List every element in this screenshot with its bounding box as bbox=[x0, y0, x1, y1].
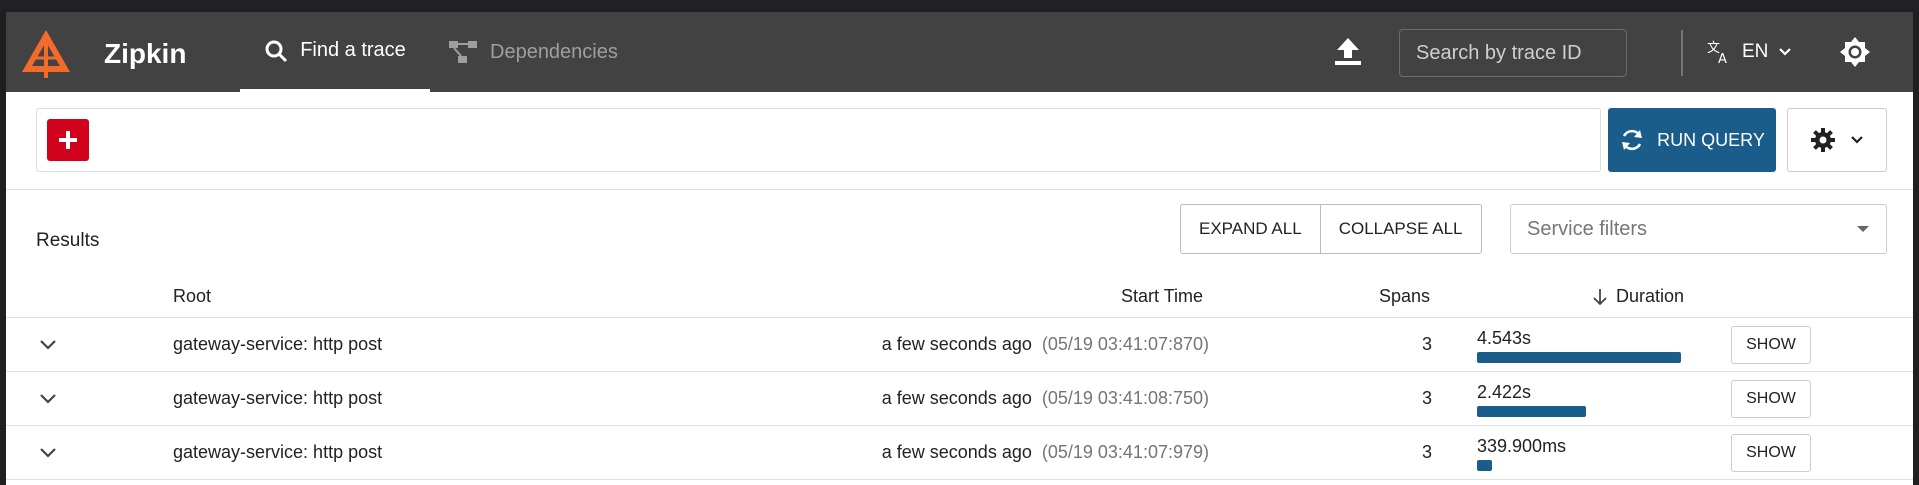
duration-bar bbox=[1477, 406, 1586, 417]
results-table-header: Root Start Time Spans Duration bbox=[6, 276, 1913, 318]
duration-label: 4.543s bbox=[1477, 328, 1532, 348]
gear-icon bbox=[1811, 128, 1835, 152]
add-criteria-button[interactable] bbox=[47, 119, 89, 161]
column-header-start-time[interactable]: Start Time bbox=[1121, 286, 1203, 307]
expand-row-chevron-icon[interactable] bbox=[38, 442, 58, 462]
trace-span-count: 3 bbox=[1421, 442, 1432, 462]
section-divider bbox=[6, 189, 1913, 190]
column-header-duration-label: Duration bbox=[1616, 286, 1685, 306]
app-header: Zipkin Find a trace Dependencies Search … bbox=[6, 12, 1913, 92]
refresh-icon bbox=[1622, 129, 1643, 151]
upload-icon[interactable] bbox=[1332, 36, 1364, 68]
chevron-down-icon bbox=[1779, 48, 1792, 56]
start-time-relative: a few seconds ago bbox=[881, 334, 1032, 354]
column-header-spans[interactable]: Spans bbox=[1379, 286, 1430, 307]
run-query-label: RUN QUERY bbox=[1657, 129, 1765, 150]
show-trace-button[interactable]: SHOW bbox=[1731, 434, 1811, 472]
nav-tab-find-trace[interactable]: Find a trace bbox=[240, 12, 430, 92]
trace-span-count: 3 bbox=[1421, 388, 1432, 408]
start-time-absolute: (05/19 03:41:07:979) bbox=[1041, 442, 1209, 462]
trace-start-time: a few seconds ago (05/19 03:41:07:979) bbox=[882, 442, 1209, 463]
trace-id-search-input[interactable] bbox=[1399, 29, 1627, 77]
table-row[interactable]: gateway-service: http post a few seconds… bbox=[6, 372, 1913, 426]
search-icon bbox=[265, 40, 288, 62]
trace-span-count: 3 bbox=[1421, 334, 1432, 354]
duration-bar bbox=[1477, 460, 1492, 471]
start-time-absolute: (05/19 03:41:08:750) bbox=[1041, 388, 1209, 408]
plus-icon bbox=[59, 131, 77, 149]
duration-label: 339.900ms bbox=[1477, 436, 1567, 456]
expand-row-chevron-icon[interactable] bbox=[38, 334, 58, 354]
service-filters-select[interactable]: Service filters bbox=[1510, 204, 1887, 254]
brightness-toggle-icon[interactable] bbox=[1839, 36, 1871, 68]
start-time-relative: a few seconds ago bbox=[881, 388, 1032, 408]
dropdown-arrow-icon bbox=[1857, 226, 1869, 232]
column-header-root[interactable]: Root bbox=[173, 286, 211, 307]
zipkin-logo-icon[interactable] bbox=[20, 28, 72, 80]
trace-duration: 339.900ms bbox=[1477, 434, 1687, 472]
expand-all-button[interactable]: EXPAND ALL bbox=[1181, 205, 1320, 253]
header-divider bbox=[1681, 30, 1683, 76]
show-trace-button[interactable]: SHOW bbox=[1731, 326, 1811, 364]
dependencies-icon bbox=[449, 41, 477, 63]
trace-duration: 4.543s bbox=[1477, 326, 1687, 364]
column-header-duration[interactable]: Duration bbox=[1592, 286, 1684, 307]
nav-tab-find-trace-label: Find a trace bbox=[300, 39, 406, 61]
browser-bookmark-strip bbox=[0, 0, 1919, 12]
chevron-down-icon bbox=[1851, 136, 1863, 144]
trace-duration: 2.422s bbox=[1477, 380, 1687, 418]
trace-root-name: gateway-service: http post bbox=[173, 388, 383, 408]
brand-title[interactable]: Zipkin bbox=[104, 38, 186, 70]
table-row[interactable]: gateway-service: http post a few seconds… bbox=[6, 318, 1913, 372]
expand-collapse-group: EXPAND ALL COLLAPSE ALL bbox=[1180, 204, 1482, 254]
trace-root-name: gateway-service: http post bbox=[173, 442, 383, 462]
nav-tab-dependencies[interactable]: Dependencies bbox=[442, 12, 642, 92]
arrow-down-icon bbox=[1593, 288, 1607, 305]
show-trace-button[interactable]: SHOW bbox=[1731, 380, 1811, 418]
duration-bar bbox=[1477, 352, 1681, 363]
run-query-button[interactable]: RUN QUERY bbox=[1608, 108, 1776, 172]
trace-start-time: a few seconds ago (05/19 03:41:07:870) bbox=[882, 334, 1209, 355]
service-filters-placeholder: Service filters bbox=[1527, 217, 1648, 240]
language-selector[interactable]: 文 A EN bbox=[1706, 36, 1792, 68]
nav-tab-dependencies-label: Dependencies bbox=[490, 40, 618, 63]
query-criteria-box[interactable] bbox=[36, 108, 1601, 172]
query-settings-button[interactable] bbox=[1787, 108, 1887, 172]
collapse-all-button[interactable]: COLLAPSE ALL bbox=[1319, 205, 1481, 253]
results-title: Results bbox=[36, 230, 100, 251]
screen-frame: Zipkin Find a trace Dependencies Search … bbox=[0, 0, 1919, 485]
table-row[interactable]: gateway-service: http post a few seconds… bbox=[6, 426, 1913, 480]
start-time-absolute: (05/19 03:41:07:870) bbox=[1041, 334, 1209, 354]
trace-root-name: gateway-service: http post bbox=[173, 334, 383, 354]
trace-start-time: a few seconds ago (05/19 03:41:08:750) bbox=[882, 388, 1209, 409]
duration-label: 2.422s bbox=[1477, 382, 1532, 402]
zipkin-app: Zipkin Find a trace Dependencies Search … bbox=[6, 12, 1913, 485]
language-label: EN bbox=[1742, 41, 1769, 62]
svg-text:A: A bbox=[1718, 52, 1727, 65]
translate-icon: 文 A bbox=[1707, 41, 1727, 65]
expand-row-chevron-icon[interactable] bbox=[38, 388, 58, 408]
start-time-relative: a few seconds ago bbox=[881, 442, 1032, 462]
